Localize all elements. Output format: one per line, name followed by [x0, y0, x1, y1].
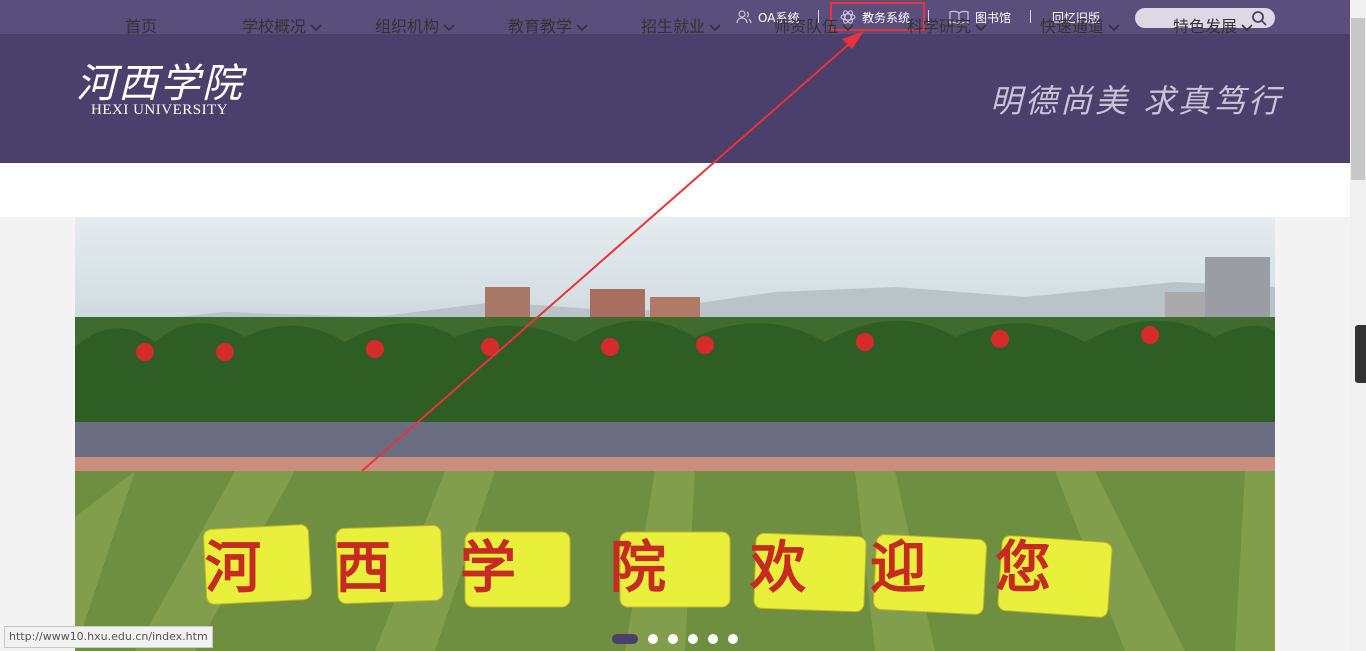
nav-label: 教育教学: [508, 17, 573, 36]
carousel-dot-3[interactable]: [668, 634, 678, 644]
nav-quick-access[interactable]: 快速通道: [1040, 0, 1120, 54]
nav-label: 特色发展: [1173, 17, 1238, 36]
scrollbar-thumb[interactable]: [1351, 18, 1365, 180]
nav-label: 师资队伍: [774, 17, 839, 36]
carousel-indicators: [612, 634, 748, 644]
nav-admissions[interactable]: 招生就业: [641, 0, 721, 54]
logo-chinese: 河西学院: [76, 61, 244, 107]
nav-about[interactable]: 学校概况: [242, 0, 322, 54]
carousel-dot-1[interactable]: [612, 634, 638, 644]
nav-faculty[interactable]: 师资队伍: [774, 0, 854, 54]
nav-research[interactable]: 科学研究: [907, 0, 987, 54]
nav-label: 组织机构: [375, 17, 440, 36]
chevron-down-icon: [576, 23, 588, 31]
logo-english: HEXI UNIVERSITY: [91, 102, 229, 118]
carousel-dot-6[interactable]: [728, 634, 738, 644]
school-motto: 明德尚美 求真笃行: [990, 82, 1284, 120]
chevron-down-icon: [443, 23, 455, 31]
chevron-down-icon: [842, 23, 854, 31]
nav-label: 首页: [125, 17, 158, 36]
nav-label: 学校概况: [242, 17, 307, 36]
chevron-down-icon: [975, 23, 987, 31]
status-url: http://www10.hxu.edu.cn/index.htm: [4, 626, 213, 648]
university-logo[interactable]: 河西学院 HEXI UNIVERSITY: [76, 62, 244, 119]
carousel-dot-4[interactable]: [688, 634, 698, 644]
nav-label: 科学研究: [907, 17, 972, 36]
main-nav: [0, 163, 1350, 217]
nav-education[interactable]: 教育教学: [508, 0, 588, 54]
divider: [1030, 10, 1031, 23]
nav-featured[interactable]: 特色发展: [1173, 0, 1253, 54]
nav-organization[interactable]: 组织机构: [375, 0, 455, 54]
nav-label: 快速通道: [1040, 17, 1105, 36]
chevron-down-icon: [1241, 23, 1253, 31]
search-icon[interactable]: [1251, 10, 1267, 26]
nav-label: 招生就业: [641, 17, 706, 36]
nav-home[interactable]: 首页: [125, 0, 157, 54]
chevron-down-icon: [1108, 23, 1120, 31]
chevron-down-icon: [709, 23, 721, 31]
hero-banner[interactable]: [75, 217, 1275, 651]
carousel-dot-5[interactable]: [708, 634, 718, 644]
carousel-dot-2[interactable]: [648, 634, 658, 644]
users-icon: [736, 10, 752, 24]
campus-photo: [75, 217, 1275, 651]
side-widget[interactable]: [1355, 325, 1366, 383]
chevron-down-icon: [310, 23, 322, 31]
